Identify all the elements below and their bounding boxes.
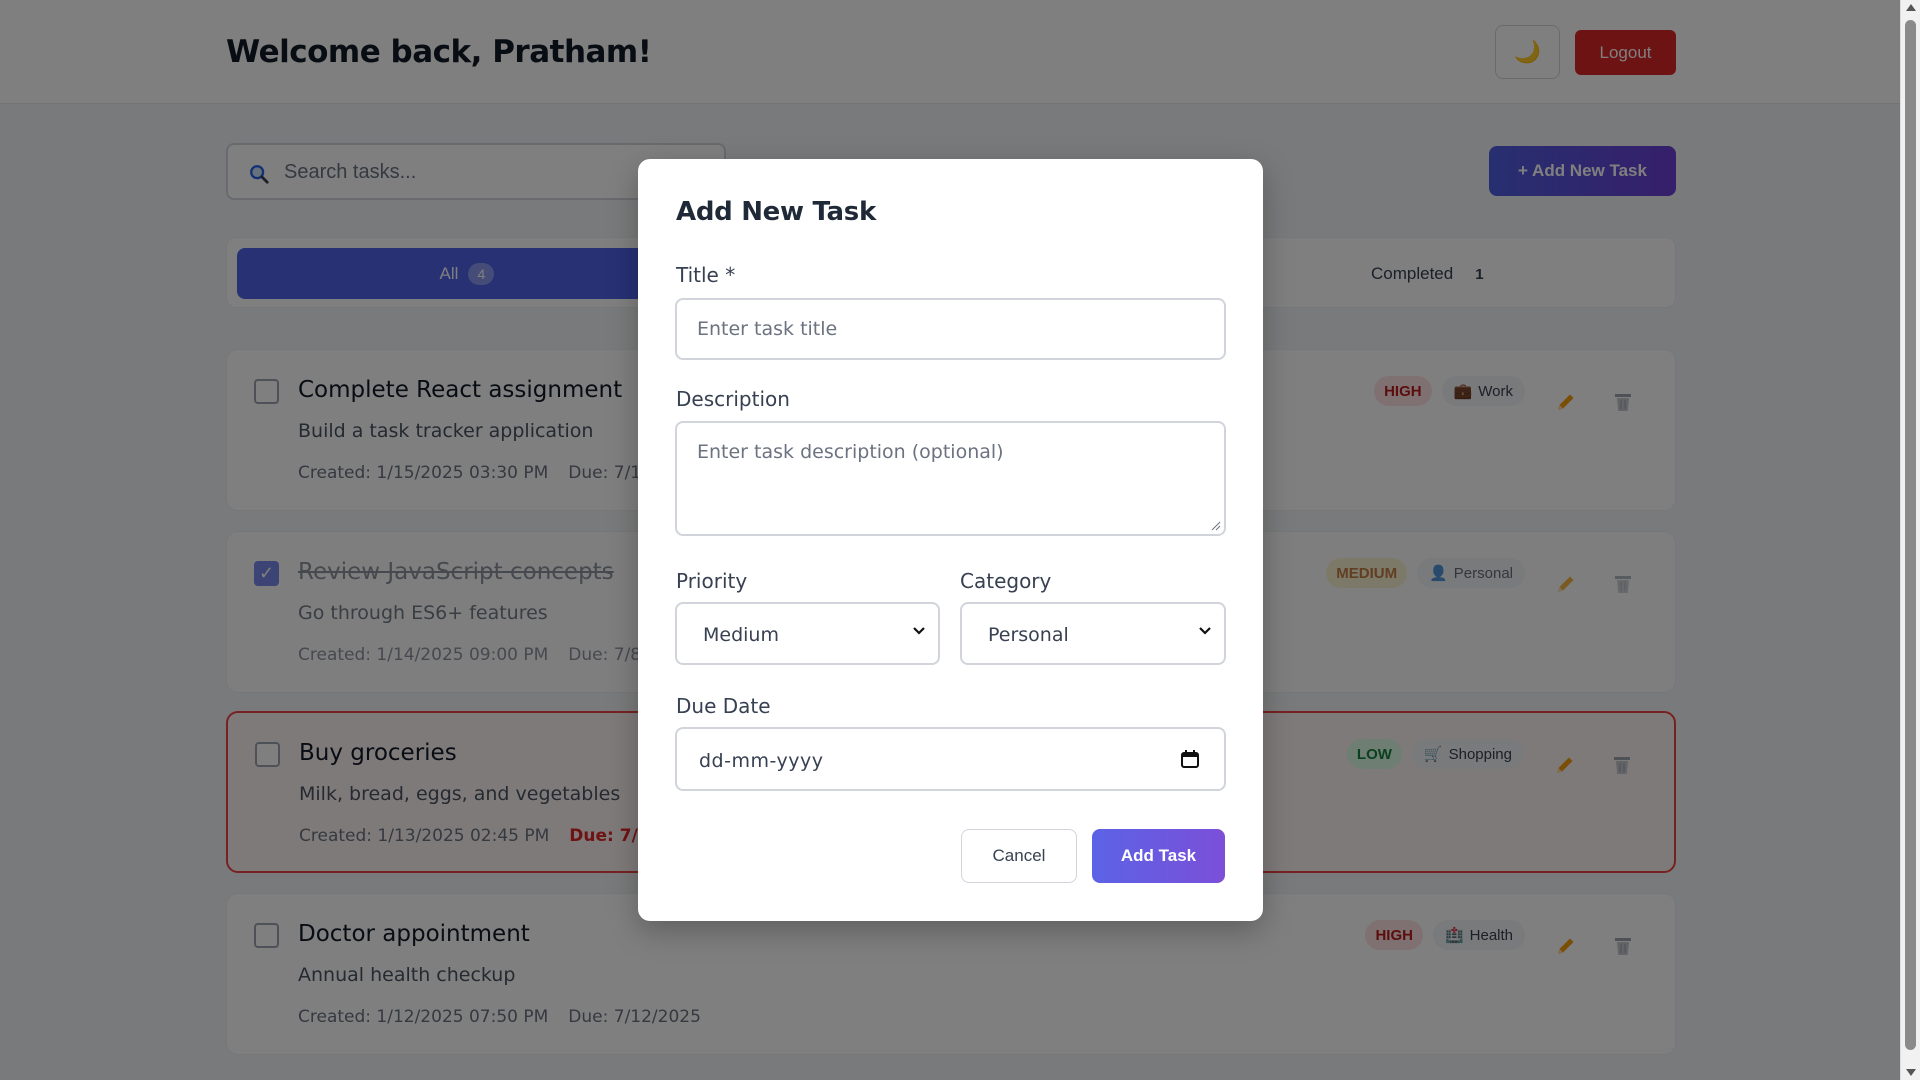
modal-title: Add New Task	[676, 197, 876, 227]
description-field[interactable]	[675, 421, 1226, 536]
chevron-down-icon	[1199, 627, 1211, 635]
scroll-down-icon[interactable]	[1906, 1069, 1916, 1076]
calendar-icon[interactable]	[1180, 749, 1200, 769]
due-date-placeholder: dd-mm-yyyy	[699, 750, 824, 772]
priority-label: Priority	[676, 569, 748, 593]
title-label: Title *	[676, 263, 736, 287]
cancel-button[interactable]: Cancel	[961, 829, 1077, 883]
category-value: Personal	[988, 624, 1069, 646]
due-date-label: Due Date	[676, 694, 771, 718]
description-label: Description	[676, 387, 790, 411]
due-date-field[interactable]: dd-mm-yyyy	[675, 727, 1226, 791]
scroll-up-icon[interactable]	[1906, 4, 1916, 11]
title-field[interactable]	[675, 298, 1226, 360]
priority-value: Medium	[703, 624, 779, 646]
priority-select[interactable]: Medium	[675, 602, 940, 665]
scrollbar[interactable]	[1900, 0, 1920, 1080]
resize-handle-icon[interactable]	[1211, 521, 1221, 531]
add-task-modal: Add New Task Title * Description Priorit…	[638, 159, 1263, 921]
scroll-thumb[interactable]	[1905, 20, 1916, 1050]
category-label: Category	[960, 569, 1052, 593]
description-textarea[interactable]	[677, 423, 1224, 534]
title-input[interactable]	[677, 300, 1224, 358]
chevron-down-icon	[913, 627, 925, 635]
add-task-button[interactable]: Add Task	[1092, 829, 1225, 883]
category-select[interactable]: Personal	[960, 602, 1226, 665]
